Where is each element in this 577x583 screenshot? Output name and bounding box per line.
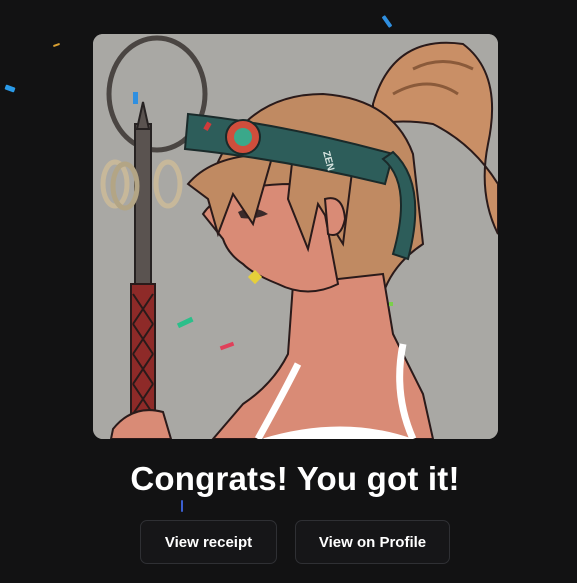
confetti-piece: [52, 42, 61, 48]
confetti-piece: [4, 84, 16, 93]
artwork-image: ZEN: [93, 34, 498, 439]
confetti-piece: [181, 500, 183, 512]
confetti-piece: [381, 15, 393, 28]
congrats-headline: Congrats! You got it!: [130, 460, 460, 497]
view-on-profile-label: View on Profile: [318, 533, 427, 551]
view-receipt-label: View receipt: [164, 533, 253, 551]
view-on-profile-button[interactable]: View on Profile: [295, 520, 450, 564]
congrats-screen: ZEN Congrats! You got it! View receipt V…: [0, 0, 577, 583]
view-receipt-button[interactable]: View receipt: [140, 520, 277, 564]
